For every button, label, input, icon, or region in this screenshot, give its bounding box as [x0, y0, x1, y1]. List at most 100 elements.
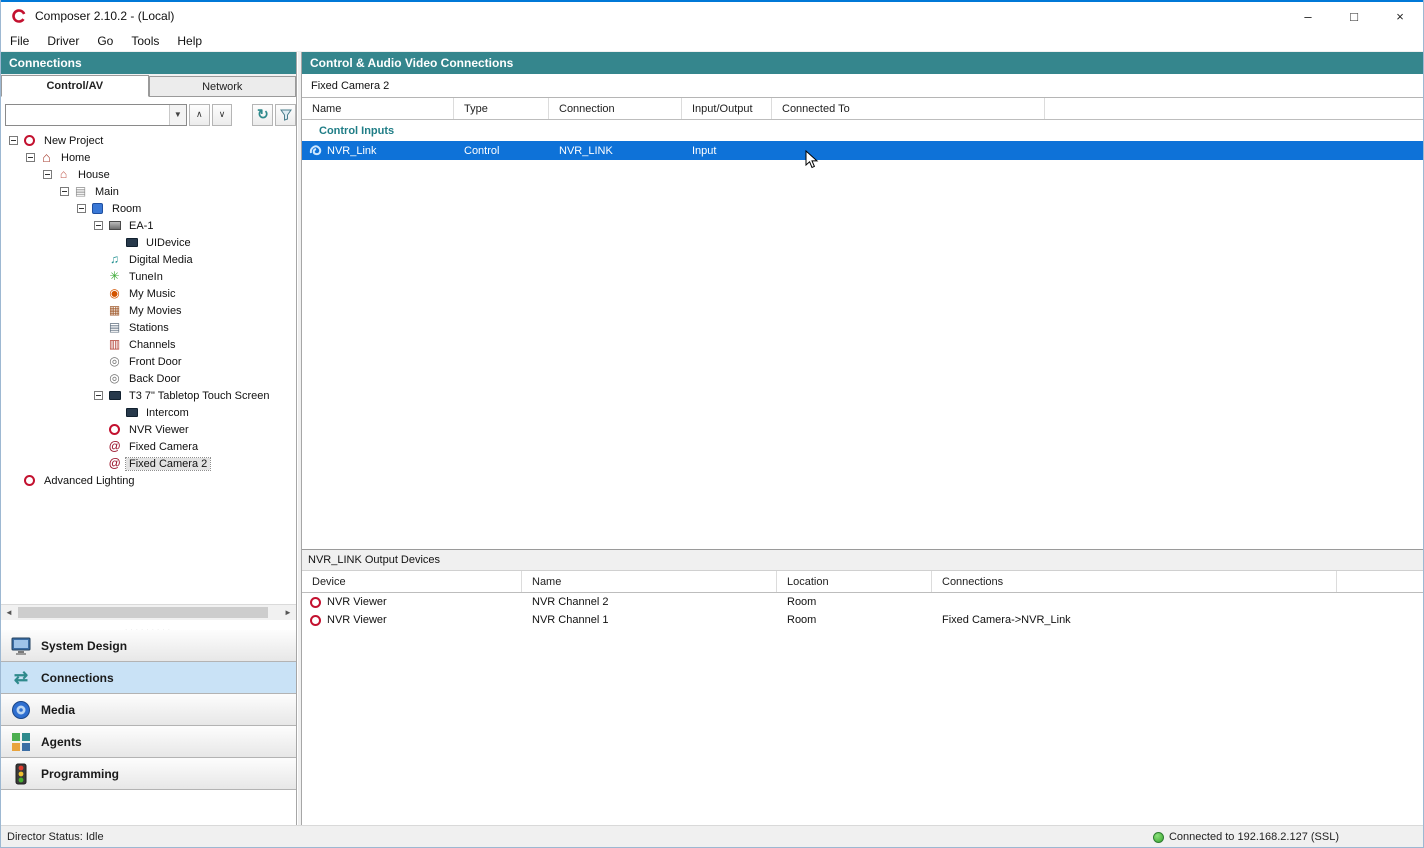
- room-icon: [90, 202, 105, 215]
- view-navigation: System Design ⇄ Connections Media Agents: [1, 630, 296, 790]
- connections-sidebar: Connections Control/AV Network ▼ ∧ ∨ ↻ N…: [1, 52, 297, 825]
- tree-item-intercom[interactable]: Intercom: [1, 404, 296, 421]
- column-header-name[interactable]: Name: [522, 571, 777, 592]
- tab-control-av[interactable]: Control/AV: [1, 75, 149, 97]
- tree-item-tunein[interactable]: ✳TuneIn: [1, 268, 296, 285]
- column-header-connections[interactable]: Connections: [932, 571, 1337, 592]
- tree-item-main[interactable]: ▤Main: [1, 183, 296, 200]
- nav-agents[interactable]: Agents: [1, 726, 296, 758]
- tree-expander-icon[interactable]: [60, 187, 69, 196]
- tree-item-nvr-viewer[interactable]: NVR Viewer: [1, 421, 296, 438]
- tree-item-front-door[interactable]: ◎Front Door: [1, 353, 296, 370]
- tree-item-label: NVR Viewer: [126, 424, 192, 436]
- sidebar-tabs: Control/AV Network: [1, 74, 296, 97]
- tree-item-fixed-camera[interactable]: @ Fixed Camera: [1, 438, 296, 455]
- column-header-type[interactable]: Type: [454, 98, 549, 119]
- column-header-input-output[interactable]: Input/Output: [682, 98, 772, 119]
- column-header-connected-to[interactable]: Connected To: [772, 98, 1045, 119]
- screen-icon: [107, 389, 122, 402]
- selected-device-label: Fixed Camera 2: [302, 74, 1423, 98]
- tree-expander-icon[interactable]: [9, 136, 18, 145]
- column-header-device[interactable]: Device: [302, 571, 522, 592]
- tree-item-uidevice[interactable]: UIDevice: [1, 234, 296, 251]
- tree-item-fixed-camera-2[interactable]: @Fixed Camera 2: [1, 455, 296, 472]
- output-device-row-nvr-channel-1[interactable]: NVR ViewerNVR Channel 1RoomFixed Camera-…: [302, 611, 1423, 629]
- output-device-row-nvr-channel-2[interactable]: NVR ViewerNVR Channel 2Room: [302, 593, 1423, 611]
- tree-expander-icon[interactable]: [26, 153, 35, 162]
- nav-label: System Design: [41, 639, 127, 653]
- menu-tools[interactable]: Tools: [122, 30, 168, 52]
- nav-label: Programming: [41, 767, 119, 781]
- tree-item-new-project[interactable]: New Project: [1, 132, 296, 149]
- nav-media[interactable]: Media: [1, 694, 296, 726]
- media-icon: [9, 699, 33, 721]
- tree-item-ea-1[interactable]: EA-1: [1, 217, 296, 234]
- c4-icon: [308, 614, 323, 627]
- menu-go[interactable]: Go: [88, 30, 122, 52]
- nav-connections[interactable]: ⇄ Connections: [1, 662, 296, 694]
- connections-icon: ⇄: [9, 667, 33, 689]
- find-next-button[interactable]: ∨: [212, 104, 233, 126]
- tab-network[interactable]: Network: [149, 76, 297, 96]
- nav-programming[interactable]: Programming: [1, 758, 296, 790]
- tree-item-advanced-lighting[interactable]: Advanced Lighting: [1, 472, 296, 489]
- main-title: Control & Audio Video Connections: [302, 52, 1423, 74]
- menu-help[interactable]: Help: [168, 30, 211, 52]
- tree-item-house[interactable]: ⌂House: [1, 166, 296, 183]
- filter-button[interactable]: [275, 104, 296, 126]
- tree-item-stations[interactable]: ▤Stations: [1, 319, 296, 336]
- connection-name: NVR_Link: [327, 145, 377, 157]
- c4-icon: [308, 596, 323, 609]
- connection-status-text: Connected to 192.168.2.127 (SSL): [1169, 831, 1339, 843]
- tree-item-label: My Music: [126, 288, 178, 300]
- tree-item-label: Advanced Lighting: [41, 475, 138, 487]
- device-filter-combobox[interactable]: ▼: [5, 104, 187, 126]
- refresh-button[interactable]: ↻: [252, 104, 273, 126]
- column-header-name[interactable]: Name: [302, 98, 454, 119]
- nav-label: Agents: [41, 735, 82, 749]
- find-previous-button[interactable]: ∧: [189, 104, 210, 126]
- tree-expander-icon[interactable]: [43, 170, 52, 179]
- tree-item-back-door[interactable]: ◎Back Door: [1, 370, 296, 387]
- sidebar-toolbar: ▼ ∧ ∨ ↻: [1, 97, 296, 132]
- tree-item-label: EA-1: [126, 220, 156, 232]
- my-music-icon: ◉: [107, 287, 122, 300]
- menu-driver[interactable]: Driver: [38, 30, 88, 52]
- tree-item-my-music[interactable]: ◉ My Music: [1, 285, 296, 302]
- tree-item-channels[interactable]: ▥Channels: [1, 336, 296, 353]
- tree-item-label: Fixed Camera: [126, 441, 201, 453]
- output-devices-title: NVR_LINK Output Devices: [302, 549, 1423, 571]
- at-driver-icon: @: [107, 440, 122, 453]
- tree-item-label: Stations: [126, 322, 172, 334]
- tree-item-digital-media[interactable]: ♫Digital Media: [1, 251, 296, 268]
- minimize-button[interactable]: –: [1285, 2, 1331, 30]
- main-icon: ▤: [73, 185, 88, 198]
- scrollbar-thumb[interactable]: [18, 607, 268, 618]
- title-bar: Composer 2.10.2 - (Local) – □ ×: [1, 2, 1423, 30]
- menu-file[interactable]: File: [1, 30, 38, 52]
- tree-item-my-movies[interactable]: ▦My Movies: [1, 302, 296, 319]
- output-device-rows: NVR ViewerNVR Channel 2RoomNVR ViewerNVR…: [302, 593, 1423, 629]
- tree-item-room[interactable]: Room: [1, 200, 296, 217]
- scroll-right-icon[interactable]: ►: [280, 605, 296, 620]
- tree-expander-icon[interactable]: [94, 221, 103, 230]
- tree-h-scrollbar[interactable]: ◄ ►: [1, 604, 296, 620]
- tree-expander-icon[interactable]: [94, 391, 103, 400]
- tree-expander-icon[interactable]: [77, 204, 86, 213]
- c4-icon: [107, 423, 122, 436]
- cell-input-output: Input: [682, 141, 772, 160]
- screen-icon: [124, 236, 139, 249]
- column-header-location[interactable]: Location: [777, 571, 932, 592]
- combobox-dropdown-icon[interactable]: ▼: [169, 105, 186, 125]
- nav-system-design[interactable]: System Design: [1, 630, 296, 662]
- column-header-connection[interactable]: Connection: [549, 98, 682, 119]
- tree-item-home[interactable]: ⌂Home: [1, 149, 296, 166]
- maximize-button[interactable]: □: [1331, 2, 1377, 30]
- close-button[interactable]: ×: [1377, 2, 1423, 30]
- tree-item-label: New Project: [41, 135, 106, 147]
- connection-row-nvr-link[interactable]: NVR_LinkControlNVR_LINKInput: [302, 141, 1423, 160]
- splitter-handle[interactable]: [1, 620, 296, 630]
- scroll-left-icon[interactable]: ◄: [1, 605, 17, 620]
- device-filter-input[interactable]: [6, 105, 169, 125]
- tree-item-t3-7-tabletop-touch-screen[interactable]: T3 7" Tabletop Touch Screen: [1, 387, 296, 404]
